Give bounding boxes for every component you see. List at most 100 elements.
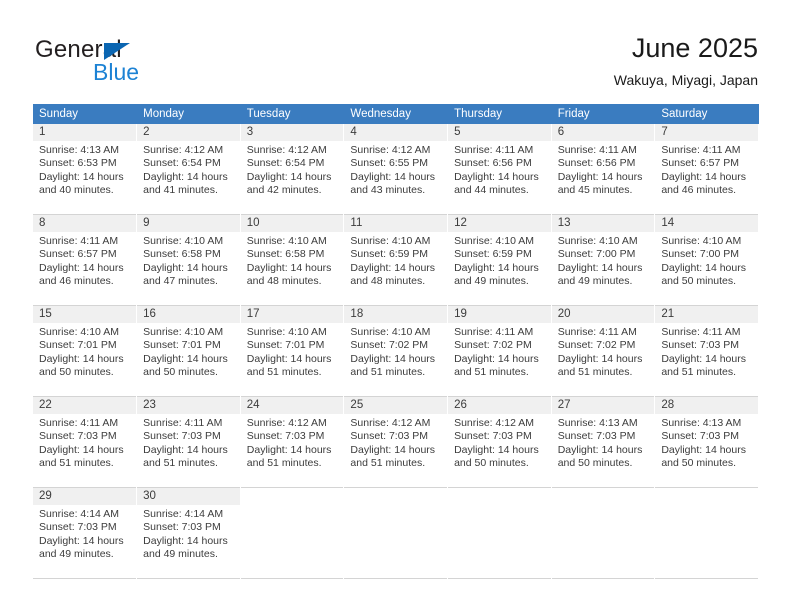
day-number: 18 <box>344 306 448 323</box>
calendar-day-cell[interactable]: 6 Sunrise: 4:11 AM Sunset: 6:56 PM Daylight… <box>551 124 656 215</box>
daylight-text: Daylight: 14 hours and 50 minutes. <box>661 443 746 470</box>
calendar-day-cell[interactable]: 21 Sunrise: 4:11 AM Sunset: 7:03 PM Dayligh… <box>654 305 759 397</box>
calendar-day-cell[interactable]: 30 Sunrise: 4:14 AM Sunset: 7:03 PM Dayligh… <box>136 487 241 579</box>
day-cell-inner <box>448 488 551 578</box>
calendar-day-cell[interactable]: 14 Sunrise: 4:10 AM Sunset: 7:00 PM Dayligh… <box>654 214 759 306</box>
calendar-header-row: Sunday Monday Tuesday Wednesday Thursday Frid… <box>33 104 759 124</box>
calendar-day-cell[interactable]: 9 Sunrise: 4:10 AM Sunset: 6:58 PM Daylight… <box>136 214 241 306</box>
day-sun-info: Sunrise: 4:14 AM Sunset: 7:03 PM Daylight:… <box>33 505 136 562</box>
calendar-day-cell[interactable]: 4 Sunrise: 4:12 AM Sunset: 6:55 PM Daylight… <box>343 124 449 215</box>
day-sun-info <box>448 505 551 508</box>
calendar-day-cell[interactable]: 25 Sunrise: 4:12 AM Sunset: 7:03 PM Dayligh… <box>343 396 449 488</box>
calendar-day-cell[interactable]: 3 Sunrise: 4:12 AM Sunset: 6:54 PM Daylight… <box>240 124 345 215</box>
calendar-day-cell[interactable]: 29 Sunrise: 4:14 AM Sunset: 7:03 PM Dayligh… <box>33 487 138 579</box>
day-sun-info: Sunrise: 4:10 AM Sunset: 6:59 PM Daylight:… <box>448 232 551 289</box>
daylight-text: Daylight: 14 hours and 51 minutes. <box>350 352 436 379</box>
sunset-text: Sunset: 6:53 PM <box>39 157 117 170</box>
day-sun-info: Sunrise: 4:10 AM Sunset: 7:02 PM Daylight:… <box>344 323 447 380</box>
calendar-day-cell[interactable]: 8 Sunrise: 4:11 AM Sunset: 6:57 PM Daylight… <box>33 214 138 306</box>
title-block: June 2025 Wakuya, Miyagi, Japan <box>614 32 758 90</box>
sunrise-text: Sunrise: 4:13 AM <box>39 144 119 156</box>
calendar-day-cell[interactable]: 15 Sunrise: 4:10 AM Sunset: 7:01 PM Dayligh… <box>33 305 138 397</box>
day-sun-info <box>552 505 655 508</box>
day-number: 16 <box>137 306 240 323</box>
calendar-day-cell[interactable]: 24 Sunrise: 4:12 AM Sunset: 7:03 PM Dayligh… <box>240 396 345 488</box>
sunset-text: Sunset: 7:01 PM <box>143 339 221 352</box>
daylight-text: Daylight: 14 hours and 51 minutes. <box>454 352 539 379</box>
daylight-text: Daylight: 14 hours and 51 minutes. <box>661 352 746 379</box>
day-sun-info: Sunrise: 4:12 AM Sunset: 6:54 PM Daylight:… <box>137 141 240 198</box>
day-number: 23 <box>137 397 240 414</box>
sunrise-text: Sunrise: 4:12 AM <box>350 144 431 156</box>
day-cell-inner: 1 Sunrise: 4:13 AM Sunset: 6:53 PM Daylight… <box>33 124 137 214</box>
day-cell-inner: 9 Sunrise: 4:10 AM Sunset: 6:58 PM Daylight… <box>137 215 240 305</box>
sunrise-text: Sunrise: 4:10 AM <box>246 326 327 338</box>
calendar-week-row: 29 Sunrise: 4:14 AM Sunset: 7:03 PM Dayligh… <box>33 487 759 579</box>
day-number: 8 <box>33 215 137 232</box>
day-cell-inner: 13 Sunrise: 4:10 AM Sunset: 7:00 PM Dayligh… <box>551 215 655 305</box>
day-cell-inner: 29 Sunrise: 4:14 AM Sunset: 7:03 PM Dayligh… <box>33 488 137 578</box>
general-blue-logo[interactable]: General Blue <box>35 36 235 86</box>
calendar-day-cell[interactable]: 11 Sunrise: 4:10 AM Sunset: 6:59 PM Dayligh… <box>343 214 449 306</box>
day-number: 28 <box>655 397 758 414</box>
calendar-day-cell[interactable]: 20 Sunrise: 4:11 AM Sunset: 7:02 PM Dayligh… <box>551 305 656 397</box>
page-subtitle: Wakuya, Miyagi, Japan <box>613 72 758 88</box>
day-number <box>551 488 655 505</box>
day-cell-inner: 26 Sunrise: 4:12 AM Sunset: 7:03 PM Dayligh… <box>448 397 551 487</box>
day-number: 25 <box>344 397 448 414</box>
day-number: 5 <box>448 124 551 141</box>
day-sun-info: Sunrise: 4:13 AM Sunset: 7:03 PM Daylight:… <box>552 414 655 471</box>
sunset-text: Sunset: 7:03 PM <box>143 521 221 534</box>
sunrise-text: Sunrise: 4:13 AM <box>661 417 742 429</box>
calendar-day-cell[interactable]: 23 Sunrise: 4:11 AM Sunset: 7:03 PM Dayligh… <box>136 396 241 488</box>
day-cell-inner: 4 Sunrise: 4:12 AM Sunset: 6:55 PM Daylight… <box>344 124 448 214</box>
day-sun-info: Sunrise: 4:10 AM Sunset: 6:59 PM Daylight:… <box>344 232 447 289</box>
sunrise-text: Sunrise: 4:10 AM <box>454 235 535 247</box>
day-number: 15 <box>33 306 137 323</box>
sunrise-text: Sunrise: 4:11 AM <box>557 144 637 156</box>
calendar-week-row: 15 Sunrise: 4:10 AM Sunset: 7:01 PM Dayligh… <box>33 305 759 397</box>
column-header-sunday: Sunday <box>33 104 138 124</box>
calendar-day-cell[interactable]: 22 Sunrise: 4:11 AM Sunset: 7:03 PM Dayligh… <box>33 396 138 488</box>
daylight-text: Daylight: 14 hours and 49 minutes. <box>454 261 539 288</box>
day-number: 6 <box>551 124 655 141</box>
calendar-day-cell[interactable]: 17 Sunrise: 4:10 AM Sunset: 7:01 PM Dayligh… <box>240 305 345 397</box>
day-cell-inner <box>240 488 344 578</box>
day-cell-inner: 10 Sunrise: 4:10 AM Sunset: 6:58 PM Dayligh… <box>240 215 344 305</box>
calendar-day-cell[interactable]: 28 Sunrise: 4:13 AM Sunset: 7:03 PM Dayligh… <box>654 396 759 488</box>
calendar-day-cell[interactable]: 10 Sunrise: 4:10 AM Sunset: 6:58 PM Dayligh… <box>240 214 345 306</box>
sunrise-text: Sunrise: 4:13 AM <box>557 417 638 429</box>
day-cell-inner: 28 Sunrise: 4:13 AM Sunset: 7:03 PM Dayligh… <box>655 397 758 487</box>
daylight-text: Daylight: 14 hours and 43 minutes. <box>350 170 436 197</box>
day-sun-info: Sunrise: 4:12 AM Sunset: 6:55 PM Daylight:… <box>344 141 447 198</box>
day-number: 10 <box>240 215 344 232</box>
day-number: 1 <box>33 124 137 141</box>
sunrise-text: Sunrise: 4:11 AM <box>661 326 741 338</box>
daylight-text: Daylight: 14 hours and 46 minutes. <box>661 170 746 197</box>
sunrise-text: Sunrise: 4:10 AM <box>661 235 742 247</box>
calendar-day-cell[interactable]: 27 Sunrise: 4:13 AM Sunset: 7:03 PM Dayligh… <box>551 396 656 488</box>
day-number: 11 <box>344 215 448 232</box>
day-number: 24 <box>240 397 344 414</box>
calendar-day-cell[interactable]: 12 Sunrise: 4:10 AM Sunset: 6:59 PM Dayligh… <box>447 214 552 306</box>
page-title: June 2025 <box>631 33 758 63</box>
day-sun-info: Sunrise: 4:13 AM Sunset: 6:53 PM Daylight:… <box>33 141 136 198</box>
logo-triangle-icon <box>104 43 130 60</box>
calendar-day-cell[interactable]: 2 Sunrise: 4:12 AM Sunset: 6:54 PM Daylight… <box>136 124 241 215</box>
calendar-day-cell[interactable]: 26 Sunrise: 4:12 AM Sunset: 7:03 PM Dayligh… <box>447 396 552 488</box>
calendar-day-cell[interactable]: 19 Sunrise: 4:11 AM Sunset: 7:02 PM Dayligh… <box>447 305 552 397</box>
day-sun-info: Sunrise: 4:11 AM Sunset: 7:03 PM Daylight:… <box>655 323 758 380</box>
sunset-text: Sunset: 7:03 PM <box>661 339 739 352</box>
day-number: 26 <box>448 397 551 414</box>
sunset-text: Sunset: 6:54 PM <box>143 157 221 170</box>
day-number <box>655 488 758 505</box>
day-cell-inner <box>551 488 655 578</box>
calendar-day-cell[interactable]: 18 Sunrise: 4:10 AM Sunset: 7:02 PM Dayligh… <box>343 305 449 397</box>
calendar-day-cell[interactable]: 7 Sunrise: 4:11 AM Sunset: 6:57 PM Daylight… <box>654 124 759 215</box>
sunset-text: Sunset: 7:00 PM <box>661 248 739 261</box>
day-cell-inner: 24 Sunrise: 4:12 AM Sunset: 7:03 PM Dayligh… <box>240 397 344 487</box>
calendar-day-cell[interactable]: 13 Sunrise: 4:10 AM Sunset: 7:00 PM Dayligh… <box>551 214 656 306</box>
calendar-day-cell[interactable]: 16 Sunrise: 4:10 AM Sunset: 7:01 PM Dayligh… <box>136 305 241 397</box>
calendar-day-cell[interactable]: 1 Sunrise: 4:13 AM Sunset: 6:53 PM Daylight… <box>33 124 138 215</box>
calendar-day-cell[interactable]: 5 Sunrise: 4:11 AM Sunset: 6:56 PM Daylight… <box>447 124 552 215</box>
